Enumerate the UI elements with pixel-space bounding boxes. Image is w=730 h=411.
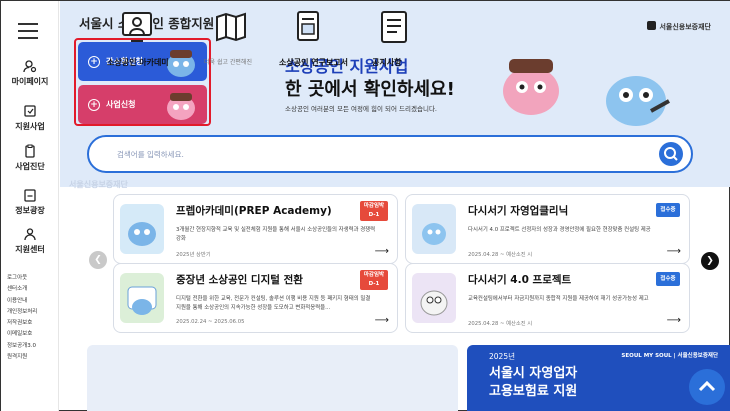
report-icon[interactable] xyxy=(291,9,327,45)
brand-mark-icon xyxy=(647,21,657,30)
map-icon[interactable] xyxy=(213,9,249,45)
carousel-next-button[interactable]: ❯ xyxy=(701,252,719,270)
search-icon xyxy=(664,147,678,161)
footer-link[interactable]: 원격지원 xyxy=(7,352,37,363)
hero-headline-2: 한 곳에서 확인하세요! xyxy=(285,79,455,100)
brand-logo[interactable]: 서울신용보증재단 xyxy=(647,21,711,32)
plus-icon: + xyxy=(88,98,100,111)
status-badge: 마감임박 D-1 xyxy=(360,270,388,290)
sidebar-item-label: 사업진단 xyxy=(15,162,45,171)
cta-highlight-box: + 간소화신청 + 사업신청 xyxy=(74,38,211,126)
card-title: 중장년 소상공인 디지털 전환 xyxy=(176,274,303,286)
search-button[interactable] xyxy=(659,142,683,166)
watermark-logo: 서울신용보증재단 xyxy=(69,180,128,189)
sidebar-item-label: 정보광장 xyxy=(15,206,45,215)
business-apply-label: 사업신청 xyxy=(106,100,136,109)
mascot-illustration-icon xyxy=(503,59,559,115)
quick-link-research[interactable]: 소상공인 연구보고서 xyxy=(279,57,348,68)
card-title: 프렙아카데미(PREP Academy) xyxy=(176,205,332,217)
plus-icon: + xyxy=(88,55,100,68)
card-date: 2025.04.28 ~ 예산소진 시 xyxy=(468,321,533,327)
quick-link-notice[interactable]: 공지사항 xyxy=(372,57,401,68)
user-settings-icon xyxy=(23,60,37,73)
chevron-right-icon: ❯ xyxy=(706,256,714,266)
sidebar-item-label: 지원사업 xyxy=(15,122,45,131)
clipboard-icon xyxy=(25,144,35,158)
promo-year: 2025년 xyxy=(489,352,515,361)
card-description: 교육컨설팅에서부터 자금지원까지 종합적 지원을 제공하여 재기 성공가능성 제… xyxy=(468,296,649,302)
program-card[interactable]: 다시서기 4.0 프로젝트 교육컨설팅에서부터 자금지원까지 종합적 지원을 제… xyxy=(405,263,690,333)
sidebar-item-label: 마이페이지 xyxy=(11,77,49,86)
quick-link-map[interactable]: 더욱 쉽고 간편해진 xyxy=(204,57,252,66)
program-card[interactable]: 프렙아카데미(PREP Academy) 3개월간 현장지향적 교육 및 실전체… xyxy=(113,194,398,264)
card-thumbnail xyxy=(120,204,164,254)
notice-icon[interactable] xyxy=(376,9,412,45)
card-date: 2025.02.24 ~ 2025.06.05 xyxy=(176,319,245,325)
program-card[interactable]: 중장년 소상공인 디지털 전환 디지털 전환을 위한 교육, 전문가 컨설팅, … xyxy=(113,263,398,333)
business-apply-button[interactable]: + 사업신청 xyxy=(78,85,207,124)
person-icon xyxy=(24,228,36,241)
info-board-icon xyxy=(24,189,36,202)
mascot-icon xyxy=(167,93,195,120)
hero-subtext: 소상공인 여러분의 모든 여정에 힘이 되어 드리겠습니다. xyxy=(285,105,438,113)
chevron-left-icon: ❮ xyxy=(94,255,102,265)
sidebar-item-support[interactable]: 지원사업 xyxy=(1,104,59,132)
program-card[interactable]: 다시서기 자영업클리닉 다시서기 4.0 프로젝트 선정자의 성장과 경영안정에… xyxy=(405,194,690,264)
document-icon xyxy=(24,105,36,117)
menu-icon[interactable] xyxy=(18,23,38,39)
card-thumbnail xyxy=(412,273,456,323)
card-title: 다시서기 자영업클리닉 xyxy=(468,205,569,217)
search-bar[interactable]: 검색어를 입력하세요. xyxy=(87,135,693,173)
card-thumbnail xyxy=(412,204,456,254)
status-badge: 접수중 xyxy=(656,272,680,286)
promo-title-line2: 고용보험료 지원 xyxy=(489,384,578,399)
search-input[interactable]: 검색어를 입력하세요. xyxy=(117,149,184,160)
mascot-icon xyxy=(127,286,157,315)
card-description: 3개월간 현장지향적 교육 및 실전체험 지원을 통해 서울시 소상공인들의 자… xyxy=(176,227,376,242)
footer-link[interactable]: 이메일보호 xyxy=(7,329,37,340)
carousel-prev-button[interactable]: ❮ xyxy=(89,251,107,269)
card-date: 2025.04.28 ~ 예산소진 시 xyxy=(468,252,533,258)
sidebar-item-center[interactable]: 지원센터 xyxy=(1,227,59,255)
mascot-icon xyxy=(128,222,156,246)
footer-link[interactable]: 로그아웃 xyxy=(7,273,37,284)
brand-name: 서울신용보증재단 xyxy=(659,23,711,31)
chevron-up-icon xyxy=(698,380,716,392)
sidebar-item-label: 지원센터 xyxy=(15,245,45,254)
card-date: 2025년 상반기 xyxy=(176,252,211,258)
sidebar-item-diagnosis[interactable]: 사업진단 xyxy=(1,144,59,172)
quick-link-academy[interactable]: 소상공인 아카데미 xyxy=(107,57,169,68)
footer-link[interactable]: 개인정보처리 xyxy=(7,307,37,318)
monitor-person-icon[interactable] xyxy=(119,9,155,45)
footer-links: 로그아웃 센터소개 이용안내 개인정보처리 저작권보호 이메일보호 정보공개3.… xyxy=(7,273,37,363)
footer-link[interactable]: 이용안내 xyxy=(7,296,37,307)
promo-title-line1: 서울시 자영업자 xyxy=(489,366,578,381)
mascot-illustration-icon xyxy=(606,76,670,126)
arrow-right-icon: ⟶ xyxy=(666,246,681,257)
mascot-icon xyxy=(420,290,448,316)
card-title: 다시서기 4.0 프로젝트 xyxy=(468,274,572,286)
arrow-right-icon: ⟶ xyxy=(666,315,681,326)
footer-link[interactable]: 센터소개 xyxy=(7,284,37,295)
mascot-icon xyxy=(422,223,446,245)
sidebar: 마이페이지 지원사업 사업진단 정보광장 지원센터 로그아웃 센터소개 이용안내… xyxy=(1,1,59,411)
card-description: 다시서기 4.0 프로젝트 선정자의 성장과 경영안정에 필요한 현장맞춤 컨설… xyxy=(468,227,651,233)
sidebar-item-info[interactable]: 정보광장 xyxy=(1,188,59,216)
card-description: 디지털 전환을 위한 교육, 전문가 컨설팅, 솔루션 이행 비용 지원 등 패… xyxy=(176,296,371,311)
sidebar-item-mypage[interactable]: 마이페이지 xyxy=(1,59,59,87)
scroll-top-button[interactable] xyxy=(689,369,725,405)
arrow-right-icon: ⟶ xyxy=(374,246,389,257)
card-thumbnail xyxy=(120,273,164,323)
status-badge: 접수중 xyxy=(656,203,680,217)
promo-partner: SEOUL MY SOUL | 서울신용보증재단 xyxy=(621,353,718,359)
status-badge: 마감임박 D-1 xyxy=(360,201,388,221)
quick-links-panel xyxy=(87,345,458,411)
footer-link[interactable]: 정보공개3.0 xyxy=(7,341,37,352)
arrow-right-icon: ⟶ xyxy=(374,315,389,326)
footer-link[interactable]: 저작권보호 xyxy=(7,318,37,329)
